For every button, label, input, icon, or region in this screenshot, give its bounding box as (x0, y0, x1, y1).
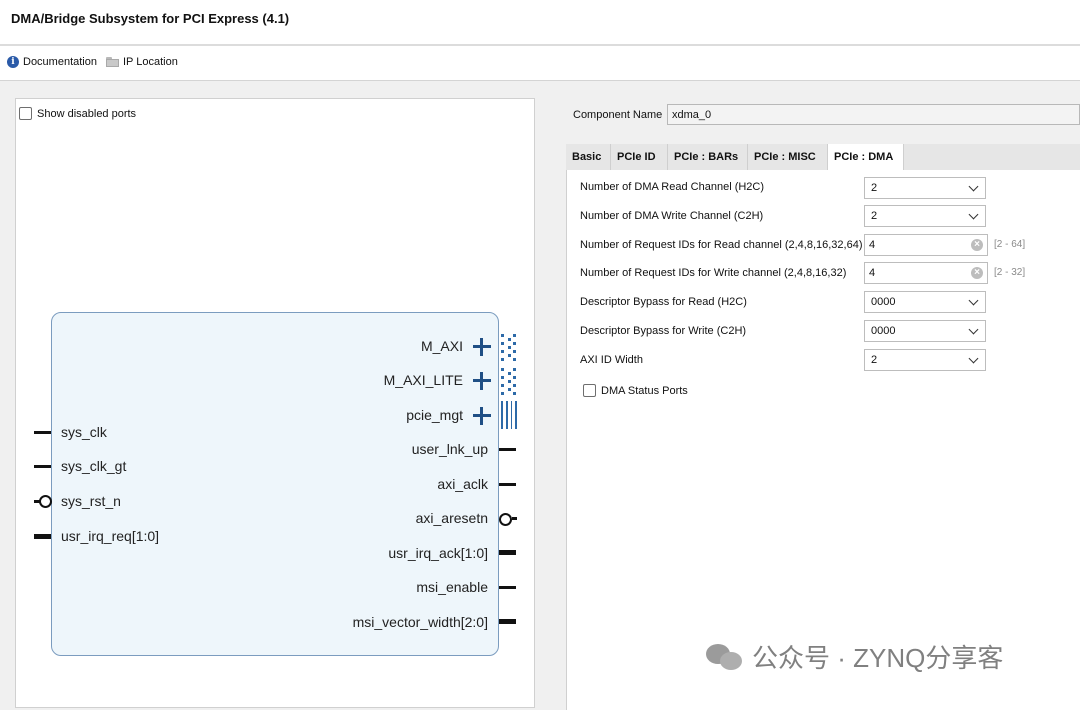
pcie-mgt-bus-icon (501, 401, 517, 429)
req-ids-read-label: Number of Request IDs for Read channel (… (580, 239, 863, 251)
bus-wire (499, 619, 516, 624)
req-ids-read-value: 4 (869, 239, 876, 251)
port-m-axi-lite[interactable]: M_AXI_LITE (384, 372, 463, 388)
ip-location-button[interactable]: IP Location (106, 56, 178, 68)
config-panel: Component Name xdma_0 Basic PCIe ID PCIe… (560, 98, 1080, 710)
axi-bus-icon (501, 332, 517, 362)
dma-settings-form: Number of DMA Read Channel (H2C) 2 Numbe… (566, 170, 1080, 710)
bus-wire (499, 550, 516, 555)
port-wire (512, 517, 517, 520)
show-disabled-ports-label: Show disabled ports (37, 107, 137, 120)
port-wire (499, 448, 516, 451)
expand-plus-icon[interactable] (473, 372, 491, 390)
inverter-bubble-icon (499, 513, 512, 526)
expand-plus-icon[interactable] (473, 338, 491, 356)
info-icon: i (7, 56, 19, 68)
port-msi-vector-width[interactable]: msi_vector_width[2:0] (353, 614, 488, 630)
folder-icon (106, 57, 119, 67)
axi-lite-bus-icon (501, 366, 517, 396)
read-channel-label: Number of DMA Read Channel (H2C) (580, 181, 765, 193)
checkbox-box[interactable] (583, 384, 596, 397)
write-channel-select[interactable]: 2 (864, 205, 986, 227)
port-sys-rst-n[interactable]: sys_rst_n (61, 493, 121, 509)
axi-id-width-select[interactable]: 2 (864, 349, 986, 371)
show-disabled-ports-checkbox[interactable]: Show disabled ports (19, 107, 136, 120)
ip-block[interactable] (51, 312, 499, 656)
port-axi-aresetn[interactable]: axi_aresetn (416, 510, 488, 526)
bypass-write-label: Descriptor Bypass for Write (C2H) (580, 325, 747, 337)
tab-pcie-id[interactable]: PCIe ID (611, 144, 668, 170)
port-usr-irq-ack[interactable]: usr_irq_ack[1:0] (388, 545, 488, 561)
chevron-down-icon (968, 209, 979, 220)
documentation-label: Documentation (23, 56, 97, 68)
component-name-input[interactable]: xdma_0 (667, 104, 1080, 125)
tab-pcie-dma[interactable]: PCIe : DMA (828, 144, 904, 171)
component-name-label: Component Name (573, 109, 663, 121)
chevron-down-icon (968, 181, 979, 192)
bypass-read-label: Descriptor Bypass for Read (H2C) (580, 296, 747, 308)
dma-status-ports-checkbox[interactable]: DMA Status Ports (583, 384, 688, 397)
chevron-down-icon (968, 353, 979, 364)
port-wire (499, 483, 516, 486)
clear-icon[interactable]: × (971, 267, 983, 279)
port-sys-clk-gt[interactable]: sys_clk_gt (61, 458, 126, 474)
inverter-bubble-icon (39, 495, 52, 508)
bypass-write-value: 0000 (871, 325, 896, 337)
dma-status-ports-label: DMA Status Ports (601, 384, 688, 397)
read-channel-select[interactable]: 2 (864, 177, 986, 199)
tab-pcie-bars[interactable]: PCIe : BARs (668, 144, 748, 170)
req-ids-read-range: [2 - 64] (994, 239, 1026, 250)
ip-location-label: IP Location (123, 56, 178, 68)
bypass-read-value: 0000 (871, 296, 896, 308)
watermark: 公众号 · ZYNQ分享客 (706, 638, 1003, 675)
wechat-icon (706, 642, 744, 672)
port-user-lnk-up[interactable]: user_lnk_up (412, 441, 488, 457)
expand-plus-icon[interactable] (473, 407, 491, 425)
port-wire (34, 431, 51, 434)
tab-basic[interactable]: Basic (566, 144, 611, 170)
req-ids-read-input[interactable]: 4 × (864, 234, 988, 256)
chevron-down-icon (968, 295, 979, 306)
watermark-text: 公众号 · ZYNQ分享客 (752, 643, 1004, 673)
axi-id-width-value: 2 (871, 354, 878, 366)
toolbar: i Documentation IP Location (0, 46, 1080, 81)
checkbox-box[interactable] (19, 107, 32, 120)
tab-pcie-misc[interactable]: PCIe : MISC (748, 144, 828, 170)
port-wire (499, 586, 516, 589)
bypass-read-select[interactable]: 0000 (864, 291, 986, 313)
axi-id-width-label: AXI ID Width (580, 354, 643, 366)
write-channel-value: 2 (871, 210, 878, 222)
port-m-axi[interactable]: M_AXI (421, 338, 463, 354)
documentation-button[interactable]: i Documentation (7, 56, 97, 68)
write-channel-label: Number of DMA Write Channel (C2H) (580, 210, 764, 222)
bus-wire (34, 534, 51, 539)
port-axi-aclk[interactable]: axi_aclk (437, 476, 488, 492)
req-ids-write-range: [2 - 32] (994, 267, 1026, 278)
clear-icon[interactable]: × (971, 239, 983, 251)
bypass-write-select[interactable]: 0000 (864, 320, 986, 342)
port-sys-clk[interactable]: sys_clk (61, 424, 107, 440)
req-ids-write-label: Number of Request IDs for Write channel … (580, 267, 847, 279)
port-pcie-mgt[interactable]: pcie_mgt (406, 407, 463, 423)
port-wire (34, 465, 51, 468)
req-ids-write-value: 4 (869, 267, 876, 279)
port-msi-enable[interactable]: msi_enable (416, 579, 488, 595)
window-title: DMA/Bridge Subsystem for PCI Express (4.… (11, 11, 290, 26)
chevron-down-icon (968, 324, 979, 335)
tab-bar: Basic PCIe ID PCIe : BARs PCIe : MISC PC… (566, 144, 1080, 171)
port-usr-irq-req[interactable]: usr_irq_req[1:0] (61, 528, 159, 544)
title-bar: DMA/Bridge Subsystem for PCI Express (4.… (0, 0, 1080, 46)
req-ids-write-input[interactable]: 4 × (864, 262, 988, 284)
read-channel-value: 2 (871, 182, 878, 194)
